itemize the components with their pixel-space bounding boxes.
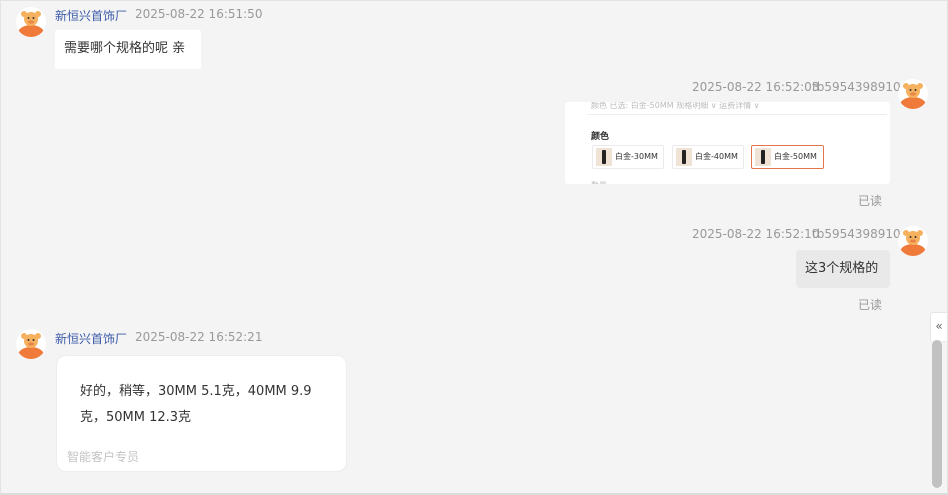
product-thumb (676, 148, 692, 166)
message-text: 这3个规格的 (805, 261, 879, 276)
sender-name: tb5954398910 (812, 227, 901, 241)
sender-name[interactable]: 新恒兴首饰厂 (55, 7, 127, 24)
product-thumb (755, 148, 771, 166)
divider (587, 114, 887, 115)
sender-name[interactable]: 新恒兴首饰厂 (55, 330, 127, 347)
message-card: 好的，稍等，30MM 5.1克，40MM 9.9 克，50MM 12.3克 智能… (56, 355, 347, 472)
collapse-sidebar-button[interactable]: « (930, 312, 948, 342)
sender-name: tb5954398910 (812, 80, 901, 94)
message-bubble: 这3个规格的 (796, 250, 890, 288)
message-time: 2025-08-22 16:52:10 (692, 227, 820, 241)
message-time: 2025-08-22 16:52:03 (692, 80, 820, 94)
seller-avatar[interactable] (16, 329, 46, 359)
image-header-text: 颜色 已选: 白金-50MM 规格明细 ∨ 运费详情 ∨ (591, 102, 760, 110)
spec-option: 白金-40MM (672, 145, 744, 169)
message-time: 2025-08-22 16:52:21 (135, 330, 263, 344)
seller-avatar[interactable] (16, 7, 46, 37)
card-footer: 智能客户专员 (67, 450, 140, 464)
image-footer-text: 数量 (591, 180, 607, 184)
read-status: 已读 (858, 194, 883, 208)
message-text-line: 克，50MM 12.3克 (80, 410, 192, 425)
buyer-avatar[interactable] (898, 79, 928, 109)
image-section-label: 颜色 (591, 132, 610, 142)
product-thumb (596, 148, 612, 166)
spec-option: 白金-30MM (592, 145, 664, 169)
scrollbar-thumb[interactable] (932, 340, 942, 488)
message-text-line: 好的，稍等，30MM 5.1克，40MM 9.9 (80, 384, 312, 399)
image-message[interactable]: 颜色 已选: 白金-50MM 规格明细 ∨ 运费详情 ∨ 颜色 白金-30MM … (565, 102, 890, 184)
spec-option-label: 白金-30MM (615, 152, 658, 161)
message-time: 2025-08-22 16:51:50 (135, 7, 263, 21)
buyer-avatar[interactable] (898, 226, 928, 256)
spec-option-selected: 白金-50MM (751, 145, 824, 169)
spec-option-label: 白金-40MM (695, 152, 738, 161)
read-status: 已读 (858, 298, 883, 312)
double-chevron-left-icon: « (935, 319, 943, 333)
message-bubble: 需要哪个规格的呢 亲 (55, 30, 201, 69)
message-text: 需要哪个规格的呢 亲 (64, 41, 186, 56)
spec-option-label: 白金-50MM (774, 152, 817, 161)
